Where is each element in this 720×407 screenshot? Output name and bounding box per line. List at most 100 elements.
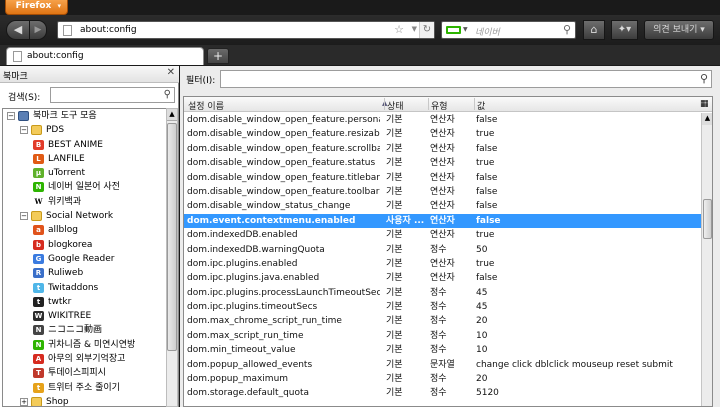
table-row[interactable]: dom.indexedDB.enabled 기본 연산자 true (184, 228, 701, 242)
sidebar-item-bookmark[interactable]: N ニコニコ動画 (3, 323, 166, 337)
sidebar-item-label: 네이버 일본어 사전 (48, 182, 120, 193)
sidebar-item-bookmark[interactable]: t 트위터 주소 줄이기 (3, 381, 166, 395)
table-row[interactable]: dom.disable_window_open_feature.scrollba… (184, 142, 701, 156)
column-divider[interactable] (474, 98, 475, 110)
column-header-value[interactable]: 값 (477, 99, 485, 112)
scroll-up-icon[interactable]: ▲ (167, 109, 177, 121)
sidebar-item-label: 아무의 외부기억장고 (48, 354, 126, 365)
table-row[interactable]: dom.max_chrome_script_run_time 기본 정수 20 (184, 314, 701, 328)
column-picker-icon[interactable]: ▦ (700, 99, 709, 109)
table-row[interactable]: dom.disable_window_open_feature.resizabl… (184, 127, 701, 141)
search-icon[interactable]: ⚲ (164, 89, 171, 100)
sidebar-item-bookmark[interactable]: B BEST ANIME (3, 138, 166, 152)
reload-icon[interactable]: ↻ (419, 22, 434, 38)
url-text: about:config (80, 25, 137, 35)
table-row[interactable]: dom.event.contextmenu.enabled 사용자 ... 연산자 f… (184, 213, 701, 229)
bookmarks-toolbar-icon (18, 111, 29, 121)
firefox-menu-button[interactable]: Firefox ▾ (5, 0, 68, 15)
sidebar-item-bookmark[interactable]: R Ruliweb (3, 266, 166, 280)
filter-input[interactable]: ⚲ (220, 70, 712, 88)
pref-value: change click dblclick mouseup reset subm… (476, 359, 673, 370)
pref-name: dom.ipc.plugins.enabled (187, 258, 298, 269)
pref-type: 정수 (430, 316, 447, 327)
collapse-icon[interactable]: − (20, 212, 28, 221)
sidebar-item-bookmark[interactable]: T 투데이스피피시 (3, 366, 166, 380)
sidebar-item-folder[interactable]: − Social Network (3, 209, 166, 223)
sidebar-item-bookmark[interactable]: W WIKITREE (3, 309, 166, 323)
forward-button[interactable]: ▶ (29, 20, 47, 40)
url-bar[interactable]: about:config ☆ ▼ ↻ (57, 21, 435, 39)
expand-icon[interactable]: + (20, 397, 28, 406)
table-row[interactable]: dom.ipc.plugins.processLaunchTimeoutSecs… (184, 286, 701, 300)
scrollbar-thumb[interactable] (167, 123, 177, 351)
addon-button[interactable]: ✦▾ (611, 20, 638, 40)
table-row[interactable]: dom.disable_window_open_feature.titlebar… (184, 171, 701, 185)
sidebar-item-bookmark[interactable]: b blogkorea (3, 238, 166, 252)
sidebar-scrollbar[interactable]: ▲ (166, 108, 178, 407)
table-row[interactable]: dom.disable_window_open_feature.status 기본… (184, 156, 701, 170)
pref-value: 10 (476, 345, 488, 356)
column-header-status[interactable]: 상태 (387, 99, 404, 112)
search-bar[interactable]: ▼ 네이버 ⚲ (441, 21, 576, 39)
sidebar-item-folder[interactable]: + Shop (3, 395, 166, 406)
sidebar-item-bookmark[interactable]: N 네이버 일본어 사전 (3, 180, 166, 194)
column-divider[interactable] (428, 98, 429, 110)
sidebar-item-bookmark[interactable]: µ uTorrent (3, 166, 166, 180)
folder-icon (31, 125, 42, 136)
table-row[interactable]: dom.disable_window_open_feature.persona.… (184, 113, 701, 127)
pref-status: 사용자 ... (386, 215, 425, 226)
pref-status: 기본 (386, 201, 403, 212)
table-row[interactable]: dom.disable_window_open_feature.toolbar 기… (184, 185, 701, 199)
search-icon[interactable]: ⚲ (700, 72, 708, 85)
sidebar-item-label: allblog (48, 225, 78, 236)
new-tab-button[interactable]: + (207, 48, 229, 64)
sidebar-item-bookmark[interactable]: N 귀차니즘 & 미연시연방 (3, 338, 166, 352)
collapse-icon[interactable]: − (7, 112, 15, 120)
sidebar-item-bookmark[interactable]: G Google Reader (3, 252, 166, 266)
sidebar-item-bookmark[interactable]: L LANFILE (3, 152, 166, 166)
sidebar-item-bookmark[interactable]: a allblog (3, 223, 166, 237)
search-icon[interactable]: ⚲ (563, 23, 571, 36)
sidebar-header: 북마크 ✕ (0, 66, 179, 83)
table-row[interactable]: dom.indexedDB.warningQuota 기본 정수 50 (184, 243, 701, 257)
sidebar-item-bookmark[interactable]: A 아무의 외부기억장고 (3, 352, 166, 366)
naver-engine-icon[interactable] (446, 26, 461, 34)
sidebar-item-bookmark[interactable]: t twtkr (3, 295, 166, 309)
table-row[interactable]: dom.ipc.plugins.timeoutSecs 기본 정수 45 (184, 300, 701, 314)
pref-name: dom.disable_window_open_feature.toolbar (187, 186, 380, 197)
table-row[interactable]: dom.ipc.plugins.java.enabled 기본 연산자 false (184, 271, 701, 285)
column-divider[interactable] (384, 98, 385, 110)
home-button[interactable]: ⌂ (583, 20, 605, 40)
column-header-type[interactable]: 유형 (431, 99, 448, 112)
sidebar-item-toolbar[interactable]: − 북마크 도구 모음 (3, 109, 166, 123)
engine-dropdown-icon[interactable]: ▼ (463, 26, 468, 33)
sidebar-search-input[interactable]: ⚲ (50, 87, 175, 103)
table-row[interactable]: dom.popup_allowed_events 기본 문자열 change clic… (184, 358, 701, 372)
tab-about-config[interactable]: about:config (6, 47, 204, 65)
url-history-dropdown-icon[interactable]: ▼ (412, 25, 417, 33)
sidebar-item-folder[interactable]: − PDS (3, 123, 166, 137)
column-header-name[interactable]: 설정 이름 (188, 99, 224, 112)
table-row[interactable]: dom.max_script_run_time 기본 정수 10 (184, 329, 701, 343)
send-feedback-button[interactable]: 의견 보내기 ▾ (644, 20, 714, 40)
table-scrollbar[interactable]: ▲ (701, 113, 712, 406)
table-row[interactable]: dom.ipc.plugins.enabled 기본 연산자 true (184, 257, 701, 271)
collapse-icon[interactable]: − (20, 126, 28, 135)
table-row[interactable]: dom.disable_window_status_change 기본 연산자 fal… (184, 199, 701, 213)
table-row[interactable]: dom.storage.default_quota 기본 정수 5120 (184, 386, 701, 400)
bookmark-star-icon[interactable]: ☆ (394, 23, 404, 36)
close-icon[interactable]: ✕ (167, 67, 175, 78)
table-row[interactable]: dom.min_timeout_value 기본 정수 10 (184, 343, 701, 357)
sidebar-item-bookmark[interactable]: W 위키백과 (3, 195, 166, 209)
folder-icon (31, 396, 42, 406)
sidebar-item-bookmark[interactable]: t Twitaddons (3, 281, 166, 295)
scrollbar-thumb[interactable] (703, 199, 712, 239)
pref-status: 기본 (386, 316, 403, 327)
pref-name: dom.popup_allowed_events (187, 359, 313, 370)
pref-status: 기본 (386, 115, 403, 125)
scroll-up-icon[interactable]: ▲ (702, 113, 712, 125)
favicon-icon: L (33, 153, 44, 164)
table-row[interactable]: dom.popup_maximum 기본 정수 20 (184, 372, 701, 386)
back-button[interactable]: ◀ (6, 20, 30, 40)
page-icon (63, 25, 72, 36)
